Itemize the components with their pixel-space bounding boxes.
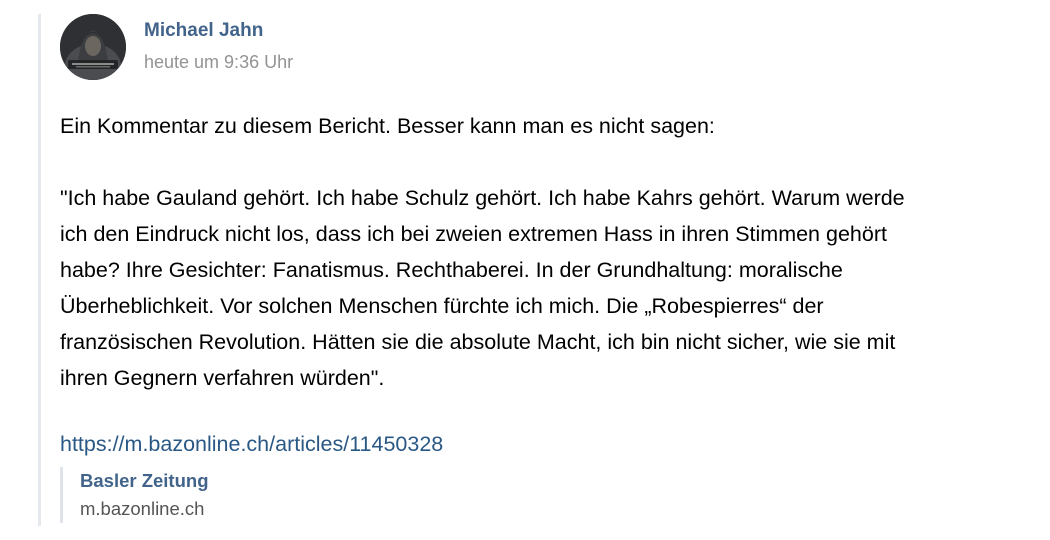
wall-post: Michael Jahn heute um 9:36 Uhr Ein Komme… bbox=[60, 14, 1030, 523]
quote-line: französischen Revolution. Hätten sie die… bbox=[60, 330, 896, 354]
quote-line: Überheblichkeit. Vor solchen Menschen fü… bbox=[60, 294, 824, 318]
link-preview-domain: m.bazonline.ch bbox=[80, 498, 205, 519]
hooded-figure-avatar-icon bbox=[60, 14, 126, 80]
avatar[interactable] bbox=[60, 14, 126, 80]
post-header: Michael Jahn heute um 9:36 Uhr bbox=[60, 14, 1030, 84]
article-link[interactable]: https://m.bazonline.ch/articles/11450328 bbox=[60, 432, 443, 457]
link-preview[interactable]: Basler Zeitung m.bazonline.ch bbox=[60, 467, 1030, 523]
post-intro-text: Ein Kommentar zu diesem Bericht. Besser … bbox=[60, 114, 715, 138]
quote-line: "Ich habe Gauland gehört. Ich habe Schul… bbox=[60, 186, 905, 210]
quote-line: ihren Gegnern verfahren würden". bbox=[60, 366, 385, 390]
link-preview-title[interactable]: Basler Zeitung bbox=[80, 467, 1030, 495]
post-quote: "Ich habe Gauland gehört. Ich habe Schul… bbox=[60, 180, 1025, 396]
author-name[interactable]: Michael Jahn bbox=[144, 20, 263, 42]
quote-line: ich den Eindruck nicht los, dass ich bei… bbox=[60, 222, 887, 246]
post-left-rule bbox=[38, 14, 41, 526]
quote-line: habe? Ihre Gesichter: Fanatismus. Rechth… bbox=[60, 258, 843, 282]
post-timestamp[interactable]: heute um 9:36 Uhr bbox=[144, 52, 293, 73]
